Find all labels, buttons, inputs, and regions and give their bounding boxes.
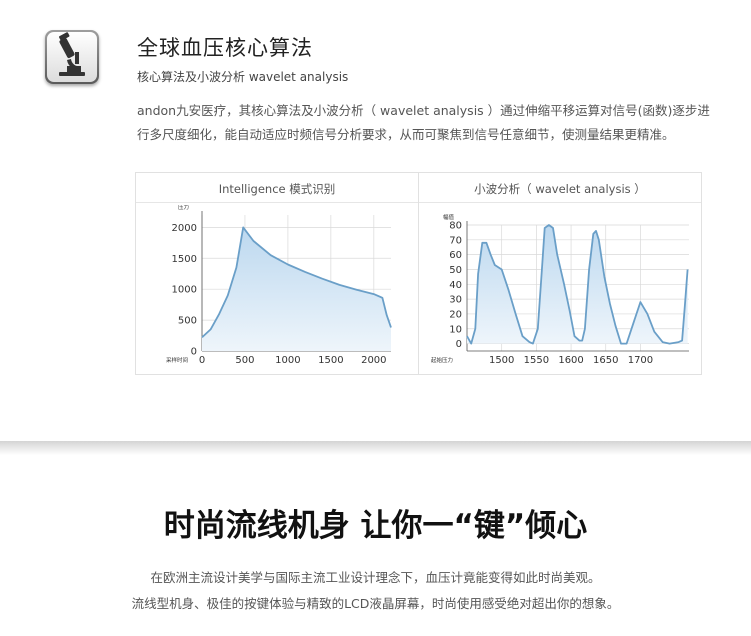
y-tick-label: 500 [178,316,197,327]
y-tick-label: 10 [449,324,462,335]
x-tick-label: 0 [199,355,205,366]
y-tick-label: 80 [449,221,462,232]
y-tick-label: 0 [191,347,197,358]
y-tick-label: 70 [449,235,462,246]
x-tick-label: 1650 [593,355,618,366]
x-axis-label: 采样时间 [166,356,188,364]
x-tick-label: 2000 [361,355,386,366]
x-tick-label: 1500 [318,355,343,366]
x-tick-label: 500 [235,355,254,366]
chart-intelligence: 0 500 1000 1500 2000 0 500 1000 1500 2000 压力采样时间 [166,205,392,366]
chart-title-wavelet: 小波分析（ wavelet analysis ） [474,182,646,196]
description-line-2: 行多尺度细化，能自动适应时频信号分析要求，从而可聚焦到信号任意细节，使测量结果更… [137,127,675,142]
y-tick-label: 40 [449,280,462,291]
description: andon九安医疗，其核心算法及小波分析（ wavelet analysis ）… [137,99,717,147]
section-text-line-1: 在欧洲主流设计美学与国际主流工业设计理念下，血压计竟能变得如此时尚美观。 [150,570,601,585]
x-tick-label: 1700 [628,355,653,366]
y-tick-label: 20 [449,309,462,320]
chart-title-intelligence: Intelligence 模式识别 [218,182,336,196]
x-tick-label: 1550 [524,355,549,366]
y-tick-label: 1500 [172,254,197,265]
x-axis-label: 起始压力 [431,356,453,364]
section-text-line-2: 流线型机身、极佳的按键体验与精致的LCD液晶屏幕，时尚使用感受绝对超出你的想象。 [131,596,620,611]
y-axis-label: 压力 [178,205,189,211]
y-tick-label: 1000 [172,285,197,296]
section-headline: 时尚流线机身 让你一“键”倾心 [163,508,588,544]
y-tick-label: 30 [449,295,462,306]
page-title: 全球血压核心算法 [137,36,313,60]
x-tick-label: 1000 [275,355,300,366]
y-tick-label: 60 [449,250,462,261]
page: 全球血压核心算法 核心算法及小波分析 wavelet analysis ando… [0,0,751,636]
y-axis-label: 幅值 [443,213,455,221]
y-tick-label: 0 [456,339,462,350]
section-divider [0,441,751,455]
y-tick-label: 2000 [172,223,197,234]
microscope-icon [45,30,99,84]
chart-panel: Intelligence 模式识别 小波分析（ wavelet analysis… [135,172,702,375]
chart-wavelet: 0 10 20 30 40 50 60 70 80 1500 1550 1600 1650 1700 幅值起… [431,213,689,366]
page-subtitle: 核心算法及小波分析 wavelet analysis [137,70,349,84]
y-tick-label: 50 [449,265,462,276]
x-tick-label: 1500 [489,355,514,366]
x-tick-label: 1600 [558,355,583,366]
description-line-1: andon九安医疗，其核心算法及小波分析（ wavelet analysis ）… [137,103,710,118]
